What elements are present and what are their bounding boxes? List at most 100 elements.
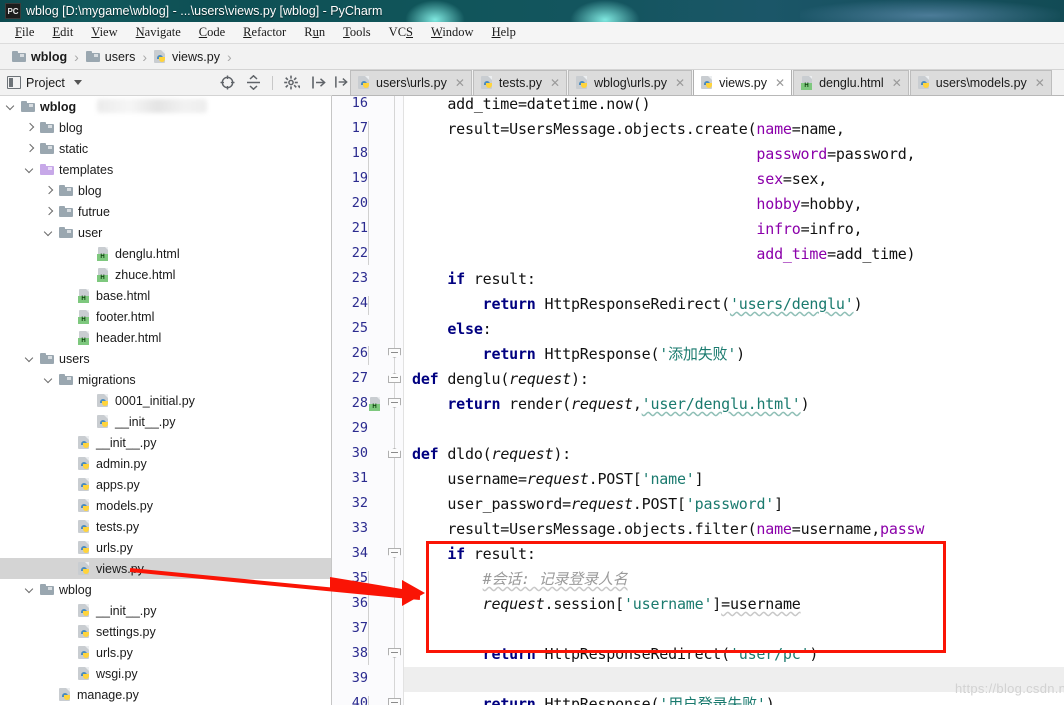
tree-item-urls-py[interactable]: urls.py	[0, 537, 331, 558]
tree-item-footer-html[interactable]: Hfooter.html	[0, 306, 331, 327]
code-line-35[interactable]: #会话: 记录登录人名	[412, 567, 628, 592]
code-line-24[interactable]: return HttpResponseRedirect('users/dengl…	[412, 292, 863, 317]
chevron-down-icon[interactable]	[44, 374, 55, 385]
tree-item-urls-py[interactable]: urls.py	[0, 642, 331, 663]
menu-item-file[interactable]: File	[6, 23, 43, 42]
tree-item-wsgi-py[interactable]: wsgi.py	[0, 663, 331, 684]
code-line-34[interactable]: if result:	[412, 542, 536, 567]
editor-tab-wblog-urls-py[interactable]: wblog\urls.py ✕	[568, 70, 693, 95]
related-html-gutter-icon[interactable]: H	[369, 397, 382, 411]
menu-item-navigate[interactable]: Navigate	[127, 23, 190, 42]
close-icon[interactable]: ✕	[1035, 76, 1045, 90]
settings-gear-icon[interactable]	[284, 75, 300, 90]
code-fold-marker-28[interactable]	[388, 398, 401, 411]
tree-item-__init__-py[interactable]: __init__.py	[0, 432, 331, 453]
breadcrumb-item-views-py[interactable]: views.py	[154, 49, 220, 64]
code-line-30[interactable]: def dldo(request):	[412, 442, 571, 467]
editor-tab-views-py[interactable]: views.py ✕	[693, 70, 793, 95]
chevron-down-icon[interactable]	[25, 164, 36, 175]
chevron-right-icon[interactable]	[44, 185, 55, 196]
code-line-36[interactable]: request.session['username']=username	[412, 592, 801, 617]
tree-item-views-py[interactable]: views.py	[0, 558, 331, 579]
chevron-down-icon[interactable]	[44, 227, 55, 238]
menu-item-view[interactable]: View	[82, 23, 126, 42]
close-icon[interactable]: ✕	[675, 76, 685, 90]
tree-item-user[interactable]: user	[0, 222, 331, 243]
chevron-down-icon[interactable]	[73, 80, 82, 85]
tab-list-icon[interactable]	[332, 70, 350, 95]
code-line-28[interactable]: return render(request,'user/denglu.html'…	[412, 392, 809, 417]
code-line-18[interactable]: password=password,	[412, 142, 915, 167]
menu-item-code[interactable]: Code	[190, 23, 234, 42]
tree-item-models-py[interactable]: models.py	[0, 495, 331, 516]
tree-item-blog[interactable]: blog	[0, 180, 331, 201]
tree-item-static[interactable]: static	[0, 138, 331, 159]
editor-tab-denglu-html[interactable]: Hdenglu.html ✕	[793, 70, 909, 95]
tree-item-header-html[interactable]: Hheader.html	[0, 327, 331, 348]
code-fold-marker-34[interactable]	[388, 548, 401, 561]
chevron-down-icon[interactable]	[25, 353, 36, 364]
close-icon[interactable]: ✕	[775, 76, 785, 90]
chevron-right-icon[interactable]	[25, 122, 36, 133]
tree-item-settings-py[interactable]: settings.py	[0, 621, 331, 642]
chevron-right-icon[interactable]	[25, 143, 36, 154]
code-line-21[interactable]: infro=infro,	[412, 217, 862, 242]
tree-item-denglu-html[interactable]: Hdenglu.html	[0, 243, 331, 264]
code-line-27[interactable]: def denglu(request):	[412, 367, 589, 392]
menu-item-window[interactable]: Window	[422, 23, 483, 42]
tree-item-base-html[interactable]: Hbase.html	[0, 285, 331, 306]
code-editor[interactable]: 16 17 18 19 20 21 22 23 24 25 26 27 28 29 30 31 32 33 34 35…	[332, 96, 1064, 705]
code-line-26[interactable]: return HttpResponse('添加失败')	[412, 342, 746, 367]
code-line-17[interactable]: result=UsersMessage.objects.create(name=…	[412, 117, 845, 142]
code-line-19[interactable]: sex=sex,	[412, 167, 827, 192]
menu-item-edit[interactable]: Edit	[43, 23, 82, 42]
tree-item-__init__-py[interactable]: __init__.py	[0, 411, 331, 432]
tree-item-apps-py[interactable]: apps.py	[0, 474, 331, 495]
tree-item-blog[interactable]: blog	[0, 117, 331, 138]
locate-target-icon[interactable]	[220, 75, 235, 90]
code-line-16[interactable]: add_time=datetime.now()	[412, 96, 650, 117]
tree-item-admin-py[interactable]: admin.py	[0, 453, 331, 474]
close-icon[interactable]: ✕	[550, 76, 560, 90]
code-line-33[interactable]: result=UsersMessage.objects.filter(name=…	[412, 517, 924, 542]
code-fold-marker-38[interactable]	[388, 648, 401, 661]
tree-item-tests-py[interactable]: tests.py	[0, 516, 331, 537]
code-line-22[interactable]: add_time=add_time)	[412, 242, 915, 267]
code-fold-marker-40[interactable]	[388, 698, 401, 705]
tree-item-__init__-py[interactable]: __init__.py	[0, 600, 331, 621]
hide-panel-icon[interactable]	[311, 75, 326, 90]
code-fold-marker-26[interactable]	[388, 348, 401, 361]
tree-item-migrations[interactable]: migrations	[0, 369, 331, 390]
code-line-23[interactable]: if result:	[412, 267, 536, 292]
close-icon[interactable]: ✕	[455, 76, 465, 90]
code-line-31[interactable]: username=request.POST['name']	[412, 467, 703, 492]
code-fold-marker-27[interactable]	[388, 373, 401, 386]
tree-item-users[interactable]: users	[0, 348, 331, 369]
code-line-20[interactable]: hobby=hobby,	[412, 192, 862, 217]
code-line-40[interactable]: return HttpResponse('用户登录失败')	[412, 692, 775, 705]
menu-item-vcs[interactable]: VCS	[380, 23, 422, 42]
chevron-right-icon[interactable]	[44, 206, 55, 217]
tree-item-wblog[interactable]: wblog	[0, 96, 331, 117]
editor-tab-users-models-py[interactable]: users\models.py ✕	[909, 70, 1052, 95]
tree-item-0001_initial-py[interactable]: 0001_initial.py	[0, 390, 331, 411]
menu-item-refactor[interactable]: Refactor	[234, 23, 295, 42]
menu-item-tools[interactable]: Tools	[334, 23, 380, 42]
code-fold-marker-30[interactable]	[388, 448, 401, 461]
menu-item-help[interactable]: Help	[483, 23, 525, 42]
collapse-all-icon[interactable]	[246, 75, 261, 90]
tree-item-templates[interactable]: templates	[0, 159, 331, 180]
code-line-38[interactable]: return HttpResponseRedirect('user/pc')	[412, 642, 819, 667]
tree-item-manage-py[interactable]: manage.py	[0, 684, 331, 705]
breadcrumb-item-wblog[interactable]: wblog	[12, 50, 67, 64]
breadcrumb-item-users[interactable]: users	[85, 50, 135, 64]
project-tree[interactable]: wblog blog static templates blog futrue user Hd…	[0, 96, 332, 705]
code-line-25[interactable]: else:	[412, 317, 491, 342]
chevron-down-icon[interactable]	[6, 101, 17, 112]
chevron-down-icon[interactable]	[25, 584, 36, 595]
tree-item-zhuce-html[interactable]: Hzhuce.html	[0, 264, 331, 285]
close-icon[interactable]: ✕	[892, 76, 902, 90]
editor-tab-tests-py[interactable]: tests.py ✕	[472, 70, 568, 95]
menu-item-run[interactable]: Run	[295, 23, 334, 42]
code-line-32[interactable]: user_password=request.POST['password']	[412, 492, 783, 517]
